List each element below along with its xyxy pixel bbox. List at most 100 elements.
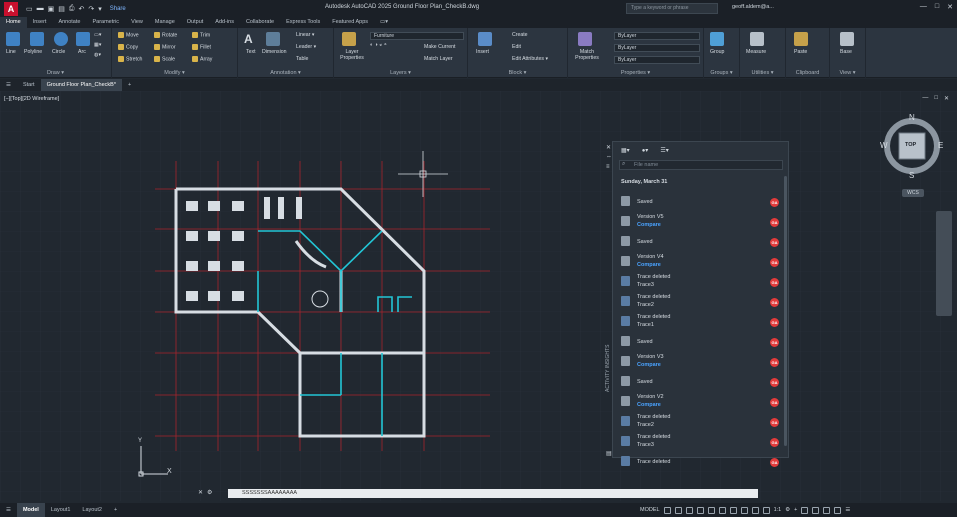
- units-icon[interactable]: [801, 506, 809, 514]
- user-avatar[interactable]: GA: [770, 378, 779, 387]
- wcs-menu[interactable]: WCS: [902, 189, 924, 197]
- paste-icon[interactable]: [794, 32, 808, 46]
- tab-insert[interactable]: Insert: [27, 17, 53, 28]
- trim-button[interactable]: Trim: [192, 32, 210, 38]
- user-filter-icon[interactable]: ●▾: [642, 147, 649, 154]
- edit-attributes-button[interactable]: Edit Attributes ▾: [512, 56, 548, 62]
- insert-block-icon[interactable]: [478, 32, 492, 46]
- group-icon[interactable]: [710, 32, 724, 46]
- filter-icon[interactable]: ▦▾: [621, 147, 630, 154]
- layout-tab-model[interactable]: Model: [16, 503, 45, 517]
- viewport-minimize-button[interactable]: —: [922, 95, 928, 102]
- layer-properties-icon[interactable]: [342, 32, 356, 46]
- array-button[interactable]: Array: [192, 56, 212, 62]
- activity-scrollbar[interactable]: [784, 176, 787, 446]
- panel-layers-label[interactable]: Layers ▾: [334, 70, 467, 76]
- selection-cycling-icon[interactable]: [751, 506, 759, 514]
- fillet-button[interactable]: Fillet: [192, 44, 211, 50]
- tab-express-tools[interactable]: Express Tools: [280, 17, 326, 28]
- new-tab-button[interactable]: +: [122, 79, 137, 91]
- tab-add-ins[interactable]: Add-ins: [209, 17, 240, 28]
- arc-button[interactable]: Arc: [78, 49, 86, 55]
- workspace-icon[interactable]: ▾: [98, 5, 102, 13]
- group-button[interactable]: Group: [710, 49, 724, 55]
- tab-featured-apps[interactable]: Featured Apps: [326, 17, 374, 28]
- help-search-input[interactable]: Type a keyword or phrase: [626, 3, 718, 14]
- activity-item[interactable]: Saved GA: [613, 192, 783, 212]
- match-properties-button[interactable]: Match Properties: [570, 49, 604, 61]
- viewcube-top-face[interactable]: TOP: [905, 142, 916, 148]
- activity-item[interactable]: Trace deleted Trace2 GA: [613, 292, 783, 312]
- save-icon[interactable]: ▣: [48, 5, 55, 13]
- command-line-input[interactable]: SSSSSSSAAAAAAAA: [228, 489, 758, 498]
- user-avatar[interactable]: GA: [770, 218, 779, 227]
- dimension-button[interactable]: Dimension: [262, 49, 287, 55]
- activity-item[interactable]: Saved GA: [613, 332, 783, 352]
- compare-link[interactable]: Compare: [637, 362, 661, 368]
- open-file-icon[interactable]: ▬: [37, 5, 44, 12]
- panel-utilities-label[interactable]: Utilities ▾: [740, 70, 785, 76]
- undo-icon[interactable]: ↶: [78, 5, 84, 13]
- text-button[interactable]: Text: [246, 49, 256, 55]
- stretch-button[interactable]: Stretch: [118, 56, 142, 62]
- arc-icon[interactable]: [76, 32, 90, 46]
- viewport-restore-button[interactable]: □: [934, 95, 938, 102]
- insert-button[interactable]: Insert: [476, 49, 489, 55]
- create-block-button[interactable]: Create: [512, 32, 528, 38]
- viewcube-west[interactable]: W: [880, 141, 888, 150]
- panel-autohide-icon[interactable]: ⇔: [606, 154, 612, 160]
- layer-state-icons[interactable]: ◐ ◑ ◒ ◓: [370, 42, 387, 48]
- customization-menu-icon[interactable]: ☰: [845, 507, 850, 513]
- compare-link[interactable]: Compare: [637, 262, 661, 268]
- layer-dropdown[interactable]: Furniture: [370, 32, 464, 40]
- user-avatar[interactable]: GA: [770, 418, 779, 427]
- color-dropdown[interactable]: ByLayer: [614, 32, 700, 40]
- layout-menu-icon[interactable]: ☰: [0, 503, 17, 517]
- activity-item[interactable]: Saved GA: [613, 372, 783, 392]
- measure-icon[interactable]: [750, 32, 764, 46]
- panel-groups-label[interactable]: Groups ▾: [704, 70, 739, 76]
- fullscreen-icon[interactable]: [834, 506, 842, 514]
- base-button[interactable]: Base: [840, 49, 852, 55]
- rectangle-icon[interactable]: ▭▾: [94, 32, 102, 38]
- panel-draw-label[interactable]: Draw ▾: [0, 70, 111, 76]
- osnap-toggle-icon[interactable]: [707, 506, 715, 514]
- tab-more[interactable]: ▭▾: [374, 17, 394, 28]
- paste-button[interactable]: Paste: [794, 49, 807, 55]
- add-layout-button[interactable]: +: [108, 503, 123, 517]
- quick-properties-icon[interactable]: [812, 506, 820, 514]
- polar-toggle-icon[interactable]: [696, 506, 704, 514]
- tab-annotate[interactable]: Annotate: [52, 17, 86, 28]
- user-avatar[interactable]: GA: [770, 298, 779, 307]
- viewcube-north[interactable]: N: [909, 113, 915, 122]
- panel-annotation-label[interactable]: Annotation ▾: [238, 70, 333, 76]
- activity-item[interactable]: Version V4 Compare GA: [613, 252, 783, 272]
- snap-toggle-icon[interactable]: [674, 506, 682, 514]
- panel-properties-icon[interactable]: ≡: [606, 164, 610, 170]
- dimension-icon[interactable]: [266, 32, 280, 46]
- share-button[interactable]: Share: [110, 6, 126, 12]
- viewport-controls-label[interactable]: [−][Top][2D Wireframe]: [4, 96, 59, 102]
- viewcube-south[interactable]: S: [909, 171, 914, 180]
- rotate-button[interactable]: Rotate: [154, 32, 177, 38]
- new-file-icon[interactable]: ▭: [26, 5, 33, 13]
- measure-button[interactable]: Measure: [746, 49, 766, 55]
- activity-item[interactable]: Trace deleted Trace3 GA: [613, 432, 783, 452]
- circle-button[interactable]: Circle: [52, 49, 65, 55]
- activity-date-header[interactable]: Sunday, March 31: [621, 179, 667, 185]
- otrack-toggle-icon[interactable]: [718, 506, 726, 514]
- viewport-close-button[interactable]: ✕: [944, 95, 949, 102]
- lineweight-dropdown[interactable]: ByLayer: [614, 56, 700, 64]
- autocad-logo[interactable]: A: [4, 1, 18, 16]
- edit-block-button[interactable]: Edit: [512, 44, 521, 50]
- match-layer-button[interactable]: Match Layer: [424, 56, 453, 62]
- linetype-dropdown[interactable]: ByLayer: [614, 44, 700, 52]
- user-avatar[interactable]: GA: [770, 238, 779, 247]
- navigation-bar[interactable]: [936, 211, 952, 316]
- tab-parametric[interactable]: Parametric: [86, 17, 125, 28]
- close-button[interactable]: ✕: [947, 3, 953, 11]
- draw-more-icon[interactable]: ◍▾: [94, 52, 101, 58]
- panel-clipboard-label[interactable]: Clipboard: [786, 70, 829, 76]
- table-button[interactable]: Table: [296, 56, 308, 62]
- command-settings-icon[interactable]: ⚙: [207, 489, 212, 496]
